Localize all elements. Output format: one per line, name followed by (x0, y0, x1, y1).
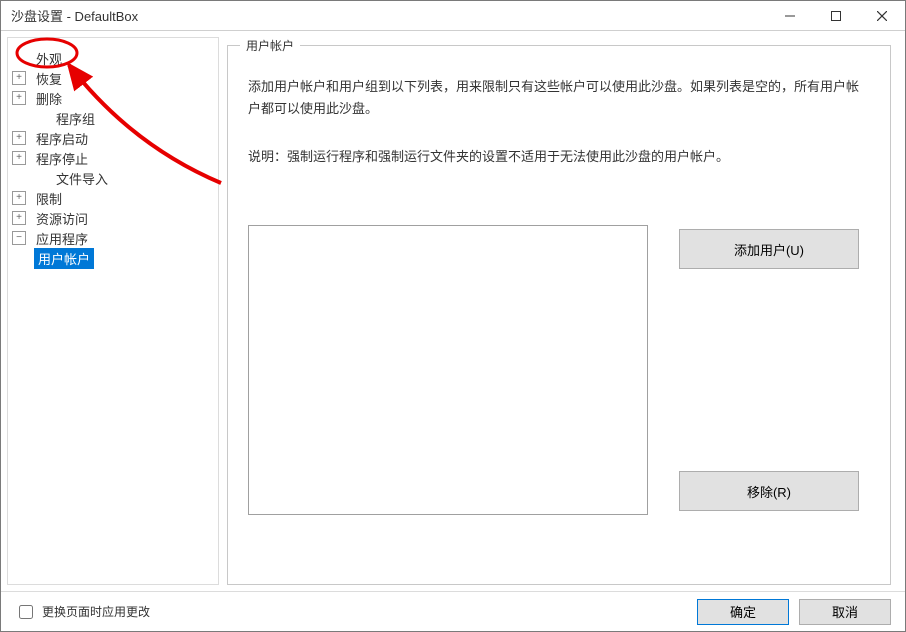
expand-icon[interactable]: + (12, 211, 26, 225)
tree-item-file-import[interactable]: 文件导入 (8, 168, 218, 188)
tree-item-program-stop[interactable]: + 程序停止 (8, 148, 218, 168)
tree-item-resource-access[interactable]: + 资源访问 (8, 208, 218, 228)
tree-toggle-none (12, 51, 26, 65)
tree-item-delete[interactable]: + 删除 (8, 88, 218, 108)
remove-button[interactable]: 移除(R) (679, 471, 859, 511)
maximize-button[interactable] (813, 1, 859, 30)
titlebar: 沙盘设置 - DefaultBox (1, 1, 905, 31)
tree-toggle-none (32, 111, 46, 125)
tree-label: 程序组 (52, 108, 99, 129)
tree-label: 程序停止 (32, 148, 92, 169)
cancel-button[interactable]: 取消 (799, 599, 891, 625)
expand-icon[interactable]: + (12, 131, 26, 145)
tree-toggle-none (32, 171, 46, 185)
tree-label: 外观 (32, 48, 66, 69)
minimize-button[interactable] (767, 1, 813, 30)
tree-item-applications[interactable]: − 应用程序 (8, 228, 218, 248)
window-title: 沙盘设置 - DefaultBox (11, 6, 767, 25)
expand-icon[interactable]: + (12, 91, 26, 105)
tree-sidebar: 外观 + 恢复 + 删除 程序组 + 程序启动 (7, 37, 219, 585)
close-button[interactable] (859, 1, 905, 30)
tree-label: 恢复 (32, 68, 66, 89)
lower-row: 添加用户(U) 移除(R) (248, 225, 870, 515)
tree-label: 资源访问 (32, 208, 92, 229)
expand-icon[interactable]: + (12, 71, 26, 85)
button-column: 添加用户(U) 移除(R) (668, 225, 870, 515)
tree-label: 删除 (32, 88, 66, 109)
tree-label: 限制 (32, 188, 66, 209)
content-area: 用户帐户 添加用户帐户和用户组到以下列表，用来限制只有这些帐户可以使用此沙盘。如… (227, 45, 891, 585)
collapse-icon[interactable]: − (12, 231, 26, 245)
apply-on-change-checkbox[interactable]: 更换页面时应用更改 (15, 602, 687, 622)
tree-label: 应用程序 (32, 228, 92, 249)
tree-root: 外观 + 恢复 + 删除 程序组 + 程序启动 (8, 48, 218, 268)
tree-label-selected: 用户帐户 (34, 248, 94, 269)
apply-on-change-input[interactable] (19, 605, 33, 619)
tree-item-restore[interactable]: + 恢复 (8, 68, 218, 88)
note-text: 说明：强制运行程序和强制运行文件夹的设置不适用于无法使用此沙盘的用户帐户。 (248, 146, 870, 165)
tree-label: 程序启动 (32, 128, 92, 149)
tree-item-program-start[interactable]: + 程序启动 (8, 128, 218, 148)
apply-on-change-label: 更换页面时应用更改 (42, 603, 150, 620)
settings-window: 沙盘设置 - DefaultBox 外观 + 恢复 (0, 0, 906, 632)
ok-button[interactable]: 确定 (697, 599, 789, 625)
groupbox-title: 用户帐户 (240, 37, 300, 54)
groupbox-user-accounts: 用户帐户 添加用户帐户和用户组到以下列表，用来限制只有这些帐户可以使用此沙盘。如… (227, 45, 891, 585)
footer-bar: 更换页面时应用更改 确定 取消 (1, 591, 905, 631)
tree-item-appearance[interactable]: 外观 (8, 48, 218, 68)
window-body: 外观 + 恢复 + 删除 程序组 + 程序启动 (1, 31, 905, 591)
user-listbox[interactable] (248, 225, 648, 515)
groupbox-inner: 添加用户帐户和用户组到以下列表，用来限制只有这些帐户可以使用此沙盘。如果列表是空… (228, 46, 890, 584)
tree-item-restrictions[interactable]: + 限制 (8, 188, 218, 208)
tree-label: 文件导入 (52, 168, 112, 189)
add-user-button[interactable]: 添加用户(U) (679, 229, 859, 269)
description-text: 添加用户帐户和用户组到以下列表，用来限制只有这些帐户可以使用此沙盘。如果列表是空… (248, 76, 870, 120)
expand-icon[interactable]: + (12, 191, 26, 205)
tree-item-program-group[interactable]: 程序组 (8, 108, 218, 128)
expand-icon[interactable]: + (12, 151, 26, 165)
window-controls (767, 1, 905, 30)
tree-item-user-accounts[interactable]: 用户帐户 (30, 248, 218, 268)
